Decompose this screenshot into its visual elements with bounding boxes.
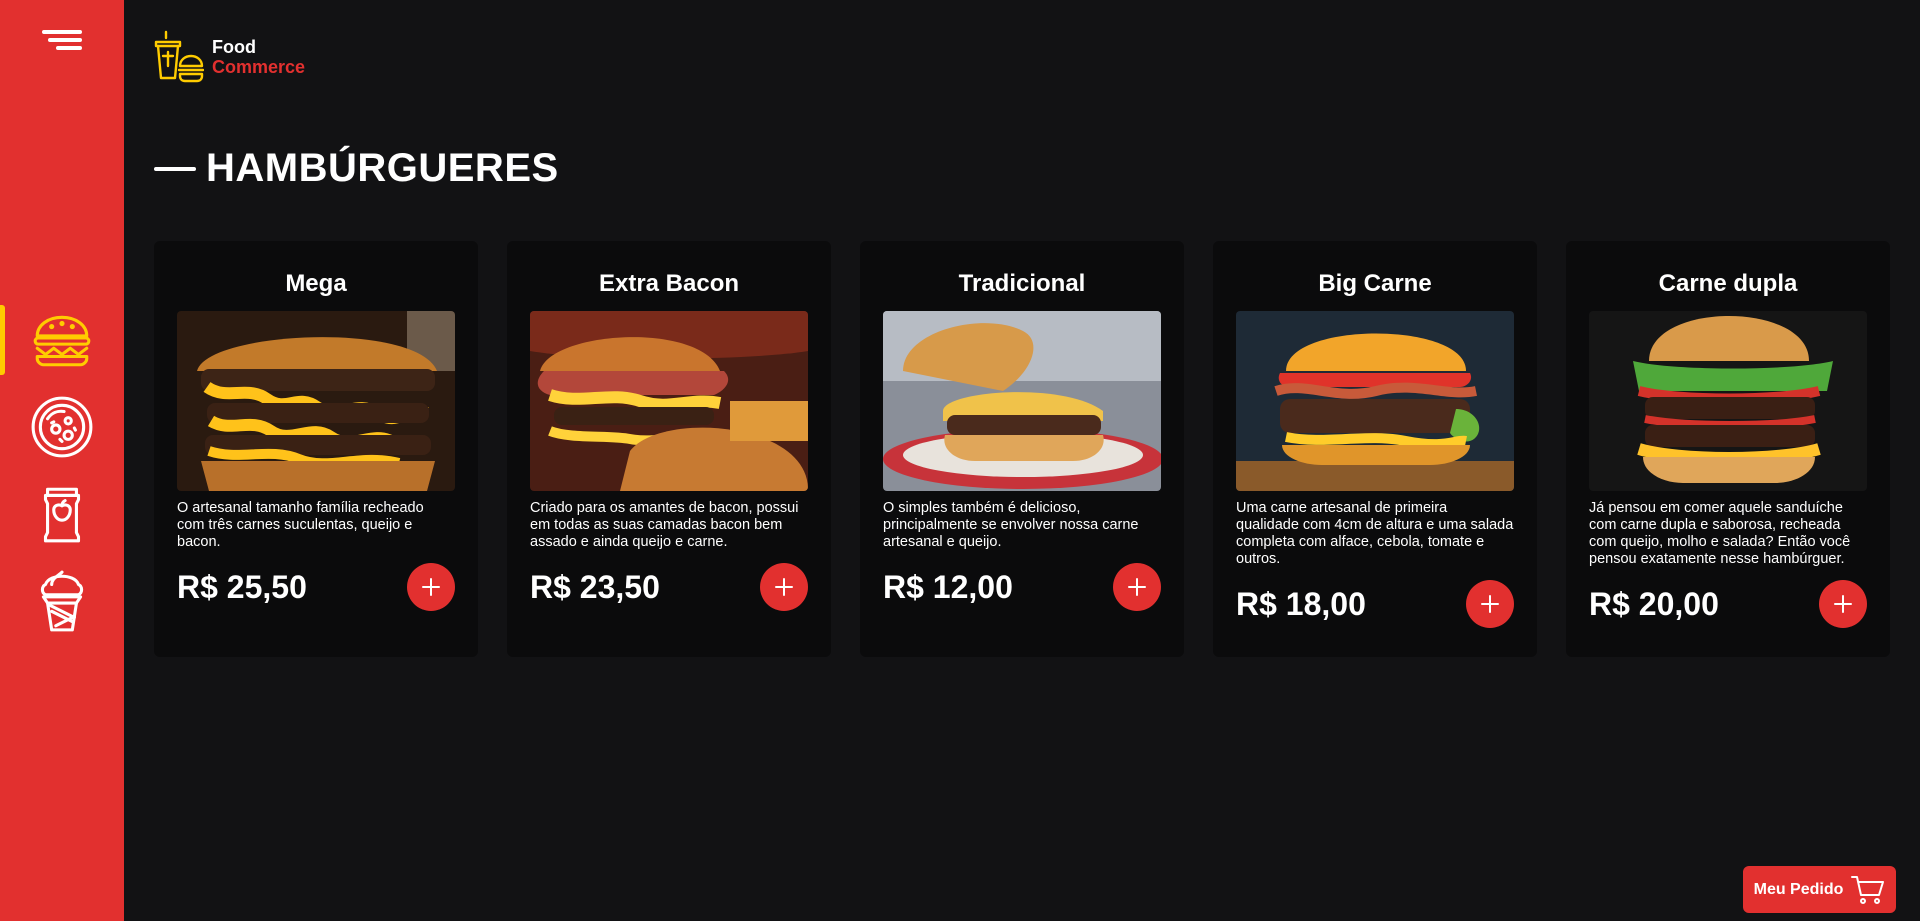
- logo-line-food: Food: [212, 37, 256, 57]
- plus-icon: [1128, 578, 1146, 596]
- product-image: [883, 311, 1161, 491]
- product-card: Mega O artesanal tamanho família rechead…: [154, 241, 478, 657]
- plus-icon: [1834, 595, 1852, 613]
- sidebar-item-pizzas[interactable]: [0, 388, 124, 466]
- product-image: [177, 311, 455, 491]
- add-to-order-button[interactable]: [1819, 580, 1867, 628]
- add-to-order-button[interactable]: [1113, 563, 1161, 611]
- sidebar-item-burgers[interactable]: [0, 301, 124, 379]
- food-logo-icon: [154, 30, 204, 83]
- product-footer: R$ 23,50: [530, 563, 808, 611]
- product-price: R$ 23,50: [530, 568, 660, 605]
- add-to-order-button[interactable]: [760, 563, 808, 611]
- product-card: Big Carne Uma carne artesanal de primeir…: [1213, 241, 1537, 657]
- logo-text: Food Commerce: [212, 37, 305, 77]
- product-price: R$ 12,00: [883, 568, 1013, 605]
- page-title: HAMBÚRGUERES: [206, 146, 559, 190]
- product-image: [1589, 311, 1867, 491]
- product-description: O simples também é delicioso, principalm…: [883, 500, 1139, 550]
- product-footer: R$ 18,00: [1236, 580, 1514, 628]
- section-heading: HAMBÚRGUERES: [154, 146, 559, 191]
- cart-icon: [1851, 875, 1885, 904]
- sidebar-item-drinks[interactable]: [0, 475, 124, 553]
- plus-icon: [1481, 595, 1499, 613]
- logo-line-commerce: Commerce: [212, 57, 306, 77]
- product-description: Já pensou em comer aquele sanduíche com …: [1589, 500, 1851, 567]
- ice-cream-icon: [40, 570, 84, 632]
- product-footer: R$ 20,00: [1589, 580, 1867, 628]
- product-name: Big Carne: [1318, 270, 1432, 297]
- product-price: R$ 20,00: [1589, 585, 1719, 622]
- my-order-label: Meu Pedido: [1753, 880, 1844, 898]
- product-name: Extra Bacon: [598, 270, 740, 297]
- product-image: [1236, 311, 1514, 491]
- product-image: [530, 311, 808, 491]
- title-dash: [154, 166, 196, 171]
- product-card: Extra Bacon Criado para os amantes de ba…: [507, 241, 831, 657]
- pizza-icon: [31, 396, 93, 458]
- hamburger-menu-icon[interactable]: [40, 28, 84, 54]
- add-to-order-button[interactable]: [407, 563, 455, 611]
- product-name: Carne dupla: [1658, 270, 1798, 297]
- product-description: Criado para os amantes de bacon, possui …: [530, 500, 799, 550]
- sidebar: [0, 0, 124, 921]
- add-to-order-button[interactable]: [1466, 580, 1514, 628]
- product-description: O artesanal tamanho família recheado com…: [177, 500, 424, 550]
- sidebar-item-desserts[interactable]: [0, 562, 124, 640]
- burger-icon: [33, 315, 91, 367]
- product-price: R$ 25,50: [177, 568, 307, 605]
- product-description: Uma carne artesanal de primeira qualidad…: [1236, 500, 1514, 567]
- my-order-button[interactable]: Meu Pedido: [1743, 866, 1896, 913]
- product-name: Tradicional: [958, 270, 1086, 297]
- logo[interactable]: Food Commerce: [152, 30, 305, 84]
- product-card: Tradicional O simples também é delicioso…: [860, 241, 1184, 657]
- product-name: Mega: [285, 270, 347, 297]
- drink-can-icon: [43, 487, 81, 543]
- product-footer: R$ 25,50: [177, 563, 455, 611]
- plus-icon: [422, 578, 440, 596]
- plus-icon: [775, 578, 793, 596]
- product-footer: R$ 12,00: [883, 563, 1161, 611]
- product-card: Carne dupla Já pensou em comer aquele sa…: [1566, 241, 1890, 657]
- product-price: R$ 18,00: [1236, 585, 1366, 622]
- product-list: Mega O artesanal tamanho família rechead…: [154, 241, 1890, 657]
